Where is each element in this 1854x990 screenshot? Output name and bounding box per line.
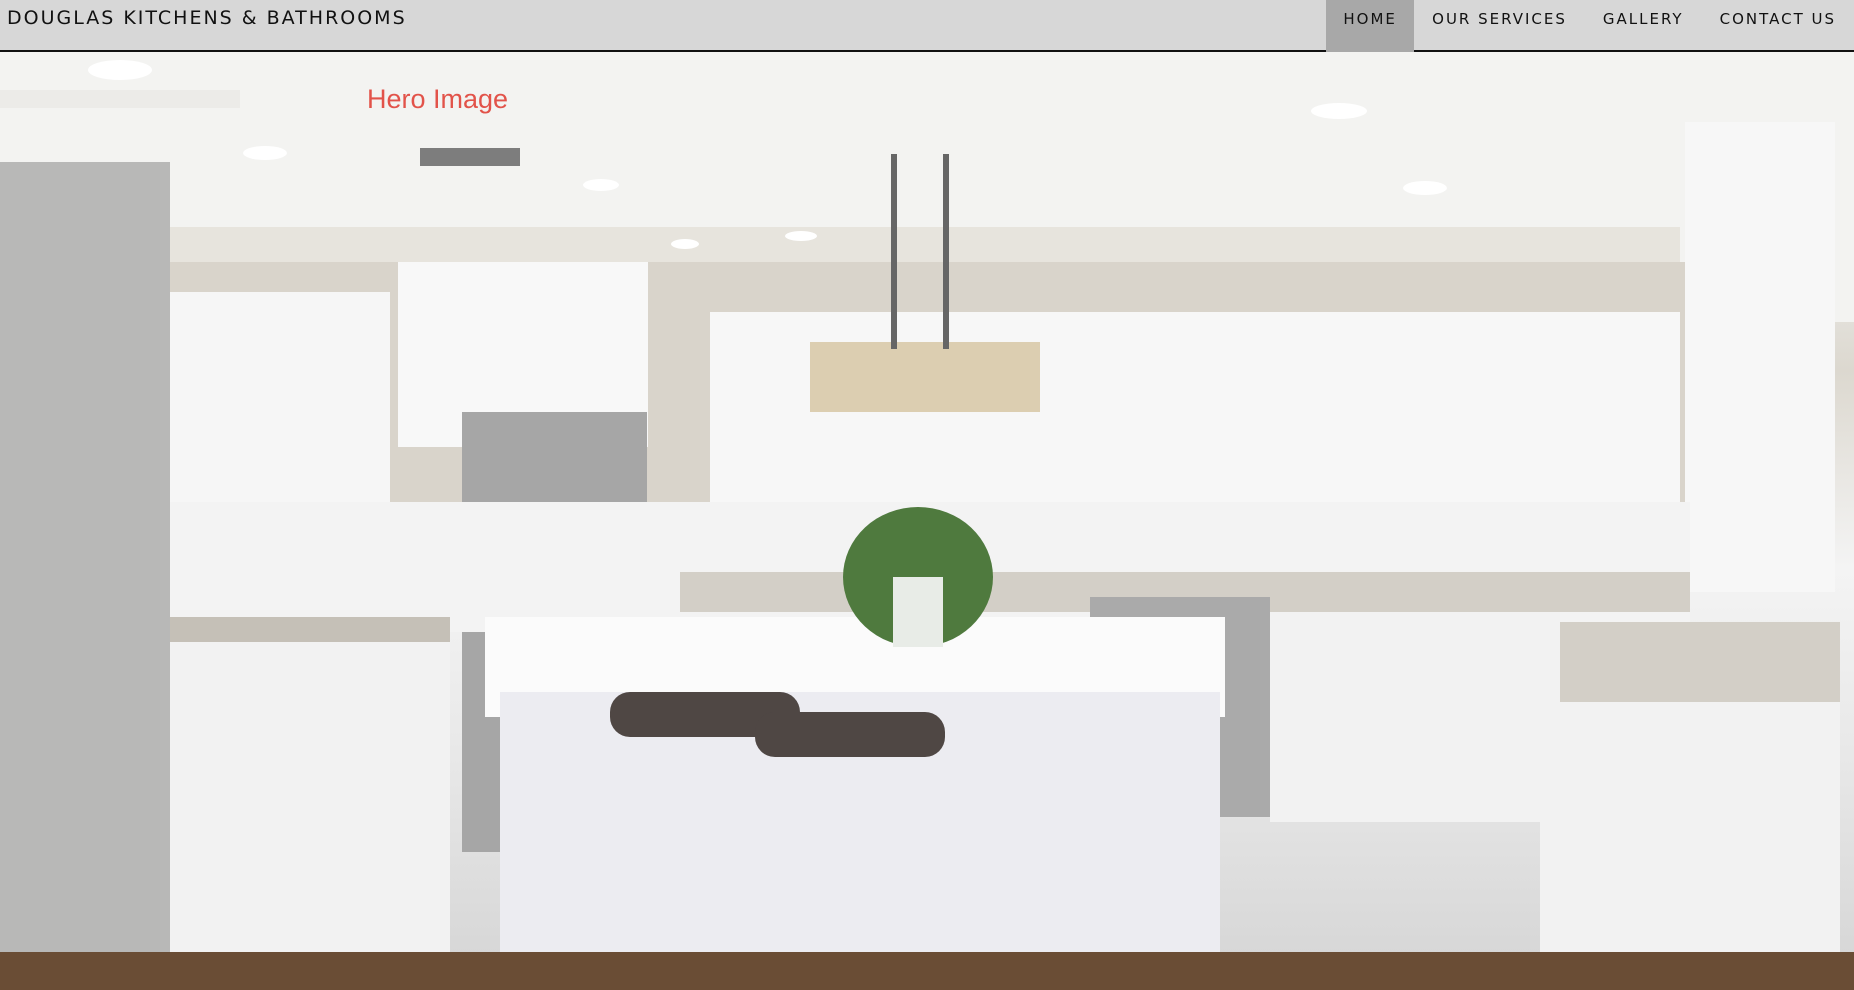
nav-our-services[interactable]: OUR SERVICES	[1414, 0, 1585, 52]
brand-logo[interactable]: DOUGLAS KITCHENS & BATHROOMS	[7, 7, 407, 29]
nav-gallery-label: GALLERY	[1602, 10, 1684, 28]
nav-contact-us[interactable]: CONTACT US	[1702, 0, 1854, 52]
nav-contact-us-label: CONTACT US	[1719, 10, 1836, 28]
nav-home[interactable]: HOME	[1326, 0, 1415, 52]
nav-our-services-label: OUR SERVICES	[1432, 10, 1567, 28]
hero-image	[0, 52, 1854, 990]
main-navigation: HOME OUR SERVICES GALLERY CONTACT US	[1326, 0, 1854, 52]
hero-section: Hero Image	[0, 52, 1854, 990]
hero-image-label: Hero Image	[367, 84, 509, 114]
top-navigation-bar: DOUGLAS KITCHENS & BATHROOMS HOME OUR SE…	[0, 0, 1854, 52]
nav-gallery[interactable]: GALLERY	[1585, 0, 1702, 52]
nav-home-label: HOME	[1343, 10, 1397, 28]
